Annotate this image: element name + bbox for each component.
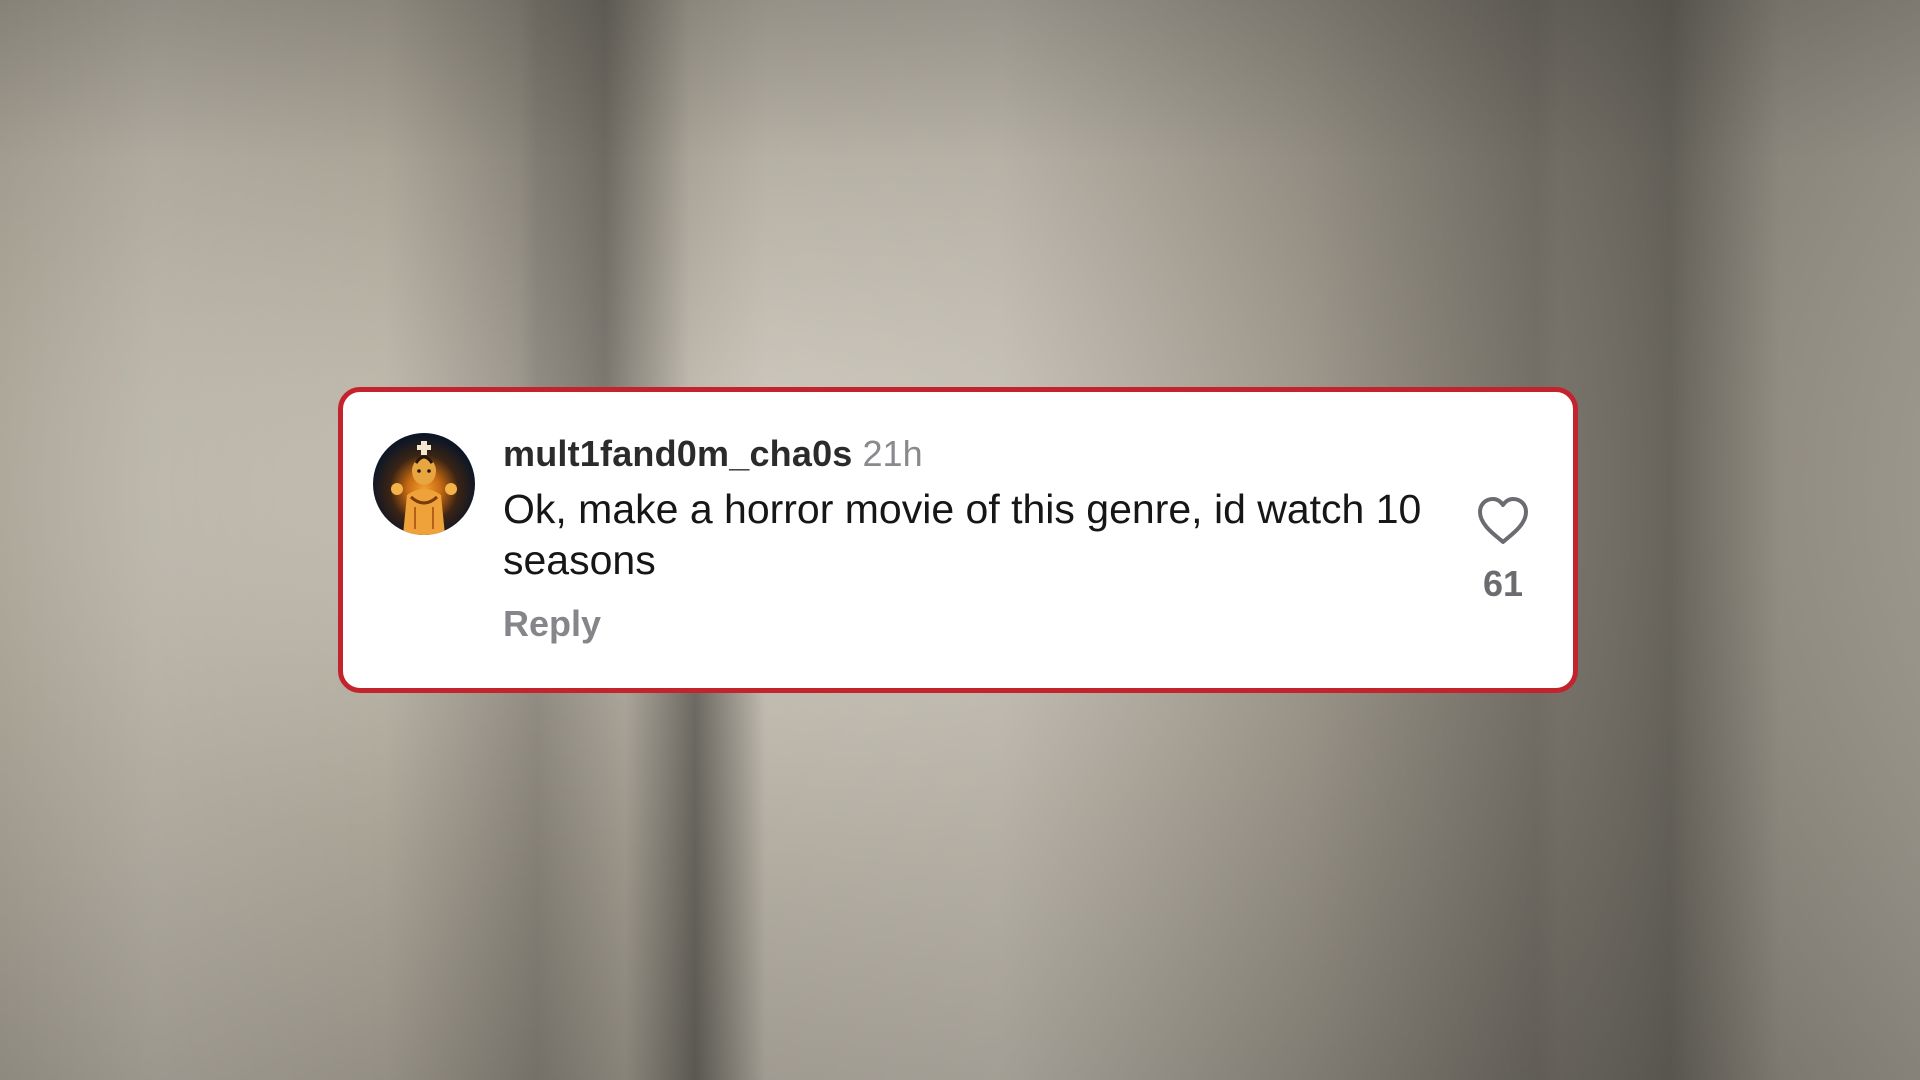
comment-body: mult1fand0m_cha0s 21h Ok, make a horror m… [503,432,1423,646]
background-shadow-streak [1560,0,1780,1080]
avatar-illustration [391,441,457,535]
heart-icon[interactable] [1476,496,1530,546]
like-control: 61 [1463,496,1543,606]
background-top-vignette [0,0,1920,160]
comment-text: Ok, make a horror movie of this genre, i… [503,486,1422,583]
comment-meta: mult1fand0m_cha0s 21h [503,432,1423,476]
user-avatar[interactable] [373,433,475,535]
background-shadow-streak [625,690,765,1080]
comment-timestamp: 21h [862,433,923,474]
like-count: 61 [1482,563,1524,604]
comment-card: mult1fand0m_cha0s 21h Ok, make a horror m… [338,387,1578,693]
comment-username[interactable]: mult1fand0m_cha0s [503,433,853,474]
reply-button[interactable]: Reply [503,602,601,646]
